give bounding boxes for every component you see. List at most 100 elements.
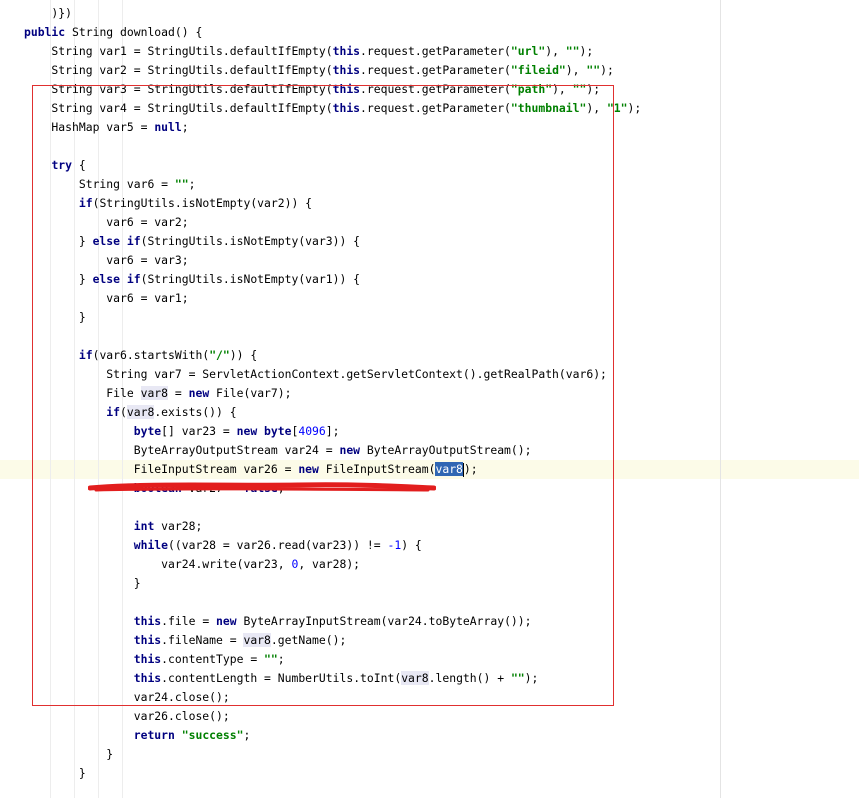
code-line[interactable]: return "success"; (24, 726, 251, 745)
keyword-token: this (332, 82, 361, 96)
keyword-token: try (51, 158, 73, 172)
code-token: )}) (24, 6, 73, 20)
code-line[interactable]: } (24, 308, 86, 327)
code-token: ); (600, 63, 614, 77)
code-line[interactable]: var6 = var2; (24, 213, 188, 232)
code-line[interactable]: String var2 = StringUtils.defaultIfEmpty… (24, 61, 614, 80)
code-line[interactable]: String var7 = ServletActionContext.getSe… (24, 365, 607, 384)
code-line[interactable]: ByteArrayOutputStream var24 = new ByteAr… (24, 441, 532, 460)
code-line[interactable]: HashMap var5 = null; (24, 118, 189, 137)
keyword-token: false (243, 481, 278, 495)
code-token: } (24, 766, 86, 780)
code-token: = (168, 386, 189, 400)
code-line[interactable]: int var28; (24, 517, 203, 536)
code-line[interactable]: String var4 = StringUtils.defaultIfEmpty… (24, 99, 641, 118)
code-line[interactable]: var26.close(); (24, 707, 230, 726)
code-line[interactable]: if(var6.startsWith("/")) { (24, 346, 257, 365)
code-token: HashMap var5 = (24, 120, 155, 134)
keyword-token: null (154, 120, 182, 134)
code-line[interactable]: boolean var27 = false; (24, 479, 285, 498)
code-token: ByteArrayOutputStream var24 = (24, 443, 340, 457)
code-line[interactable]: FileInputStream var26 = new FileInputStr… (24, 460, 478, 479)
code-line[interactable]: String var1 = StringUtils.defaultIfEmpty… (24, 42, 593, 61)
code-line[interactable]: try { (24, 156, 85, 175)
code-token: .request.getParameter( (360, 44, 511, 58)
code-token: ByteArrayInputStream(var24.toByteArray()… (236, 614, 532, 628)
code-token: .file = (161, 614, 217, 628)
keyword-token: this (133, 614, 162, 628)
code-token: } (24, 272, 93, 286)
highlighted-reference: var8 (243, 633, 271, 647)
keyword-token: while (133, 538, 169, 552)
code-token: var24.close(); (24, 690, 230, 704)
code-token: var26.close(); (24, 709, 230, 723)
keyword-token: new (298, 462, 319, 476)
keyword-token: byte (133, 424, 162, 438)
code-token: var6 = var1; (24, 291, 189, 305)
code-token: (StringUtils.isNotEmpty(var1)) { (140, 272, 361, 286)
code-token: ; (243, 728, 251, 742)
keyword-token: else if (92, 272, 141, 286)
code-token: .exists()) { (154, 405, 237, 419)
code-line[interactable]: var6 = var3; (24, 251, 188, 270)
code-line[interactable]: } (24, 764, 86, 783)
code-token: String var4 = StringUtils.defaultIfEmpty… (24, 101, 333, 115)
code-line[interactable]: } (24, 574, 141, 593)
code-line[interactable]: this.file = new ByteArrayInputStream(var… (24, 612, 532, 631)
code-token: String var1 = StringUtils.defaultIfEmpty… (24, 44, 333, 58)
code-token: ); (627, 101, 642, 115)
code-token: var27 = (181, 481, 244, 495)
code-token: FileInputStream( (318, 462, 436, 476)
code-token: .request.getParameter( (360, 63, 511, 77)
string-token: "url" (510, 44, 546, 58)
code-line[interactable]: } else if(StringUtils.isNotEmpty(var3)) … (24, 232, 360, 251)
selected-token: var8 (435, 462, 463, 476)
keyword-token: this (133, 671, 162, 685)
code-line[interactable]: while((var28 = var26.read(var23)) != -1)… (24, 536, 422, 555)
keyword-token: if (78, 348, 93, 362)
keyword-token: new (216, 614, 237, 628)
code-line[interactable]: String var6 = ""; (24, 175, 196, 194)
code-line[interactable]: File var8 = new File(var7); (24, 384, 291, 403)
code-line[interactable]: var24.write(var23, 0, var28); (24, 555, 360, 574)
code-line[interactable]: var24.close(); (24, 688, 230, 707)
code-token: ); (463, 462, 478, 476)
code-token: (StringUtils.isNotEmpty(var3)) { (140, 234, 361, 248)
code-line[interactable]: var6 = var1; (24, 289, 189, 308)
keyword-token: new (188, 386, 210, 400)
code-token: FileInputStream var26 = (24, 462, 299, 476)
code-line[interactable]: )}) (24, 4, 72, 23)
string-token: "thumbnail" (510, 101, 587, 115)
code-line[interactable]: this.contentLength = NumberUtils.toInt(v… (24, 669, 538, 688)
code-token: )) { (229, 348, 258, 362)
keyword-token: public (24, 25, 66, 39)
keyword-token: new (339, 443, 361, 457)
code-token: ByteArrayOutputStream(); (360, 443, 532, 457)
code-line[interactable]: if(var8.exists()) { (24, 403, 237, 422)
code-line[interactable]: this.fileName = var8.getName(); (24, 631, 346, 650)
code-token: ), (552, 82, 573, 96)
keyword-token: boolean (133, 481, 182, 495)
code-editor[interactable]: )}) public String download() { String var… (0, 0, 859, 798)
code-token: .length() + (428, 671, 511, 685)
code-line[interactable]: public String download() { (24, 23, 202, 42)
code-line[interactable]: this.contentType = ""; (24, 650, 285, 669)
code-line[interactable]: byte[] var23 = new byte[4096]; (24, 422, 340, 441)
code-token: } (24, 576, 141, 590)
code-line[interactable]: } (24, 745, 113, 764)
string-token: "" (510, 671, 525, 685)
code-line[interactable]: } else if(StringUtils.isNotEmpty(var1)) … (24, 270, 360, 289)
code-line[interactable]: String var3 = StringUtils.defaultIfEmpty… (24, 80, 600, 99)
code-line[interactable]: if(StringUtils.isNotEmpty(var2)) { (24, 194, 312, 213)
code-token: ; (181, 120, 189, 134)
code-token: String var3 = StringUtils.defaultIfEmpty… (24, 82, 333, 96)
